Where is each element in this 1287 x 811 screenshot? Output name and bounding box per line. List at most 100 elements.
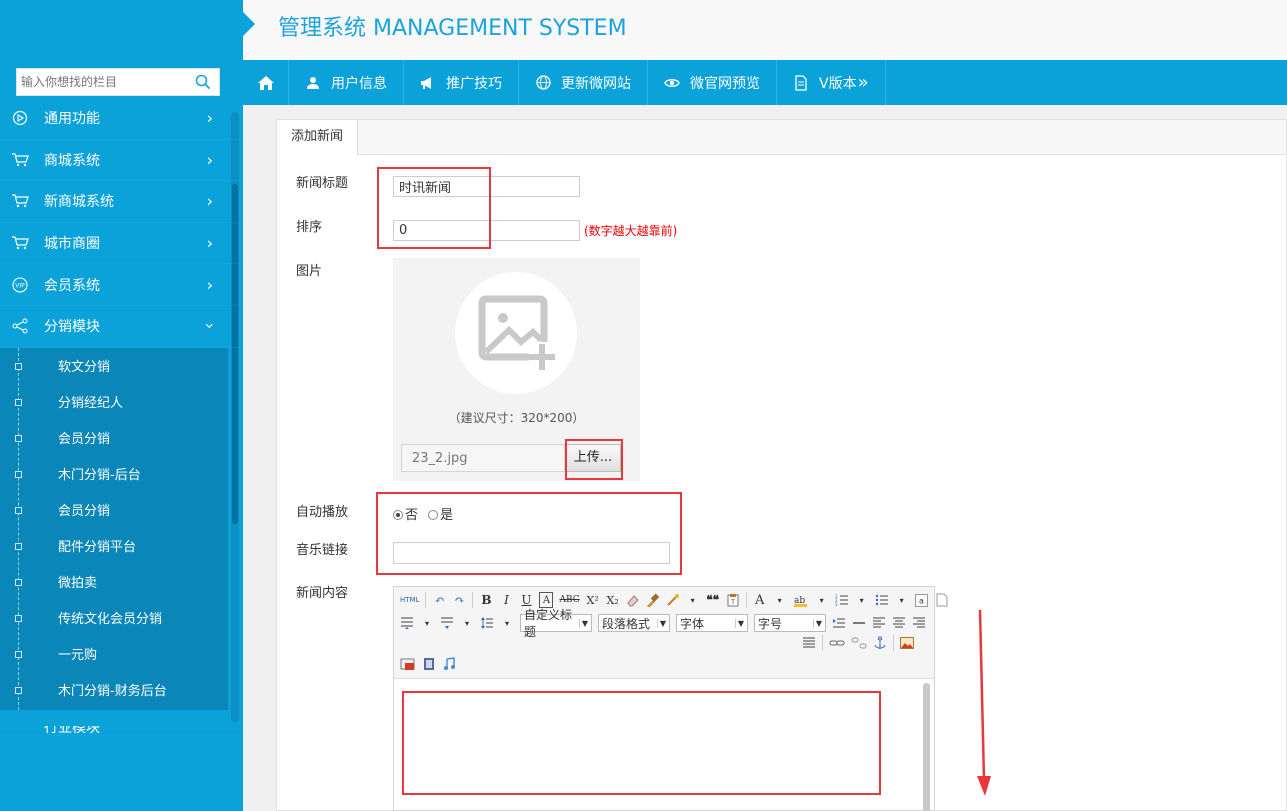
link-icon[interactable] bbox=[829, 635, 845, 651]
image-icon[interactable] bbox=[900, 635, 914, 651]
dropdown-arrow-icon[interactable]: ▾ bbox=[686, 592, 700, 608]
anchor-icon[interactable] bbox=[873, 635, 887, 651]
chevron-right-icon: › bbox=[206, 275, 213, 295]
editor-toolbar: HTML ↶ ↷ B I U A ABC X² X₂ ▾ ❝❝ T A ▾ ab… bbox=[394, 587, 948, 679]
submenu-item[interactable]: 木门分销-后台 bbox=[0, 456, 228, 492]
dropdown-arrow-icon[interactable]: ▾ bbox=[895, 592, 909, 608]
toolbar-row bbox=[802, 635, 914, 651]
font-family-select[interactable]: 字体 ▼ bbox=[676, 614, 748, 632]
vip-icon: VIP bbox=[10, 276, 30, 294]
sidebar-search bbox=[16, 68, 220, 96]
font-size-select[interactable]: 字号 ▼ bbox=[754, 614, 826, 632]
indent-icon[interactable] bbox=[832, 615, 846, 631]
tree-node-icon bbox=[15, 470, 22, 478]
paste-plain-icon[interactable]: T bbox=[726, 592, 740, 608]
toolbar-separator bbox=[472, 592, 474, 608]
submenu-item-label: 木门分销-财务后台 bbox=[58, 684, 167, 700]
ordered-list-icon[interactable]: 123 bbox=[835, 592, 849, 608]
paragraph-format-select[interactable]: 段落格式 ▼ bbox=[598, 614, 670, 632]
eraser-icon[interactable] bbox=[626, 592, 640, 608]
submenu-item[interactable]: 软文分销 bbox=[0, 348, 228, 384]
unordered-list-icon[interactable] bbox=[875, 592, 889, 608]
search-icon[interactable] bbox=[195, 74, 211, 90]
chevron-right-icon: › bbox=[206, 108, 213, 128]
insert-image-icon[interactable] bbox=[400, 656, 416, 672]
image-filename-field[interactable]: 23_2.jpg bbox=[401, 444, 565, 472]
redo-button[interactable]: ↷ bbox=[452, 592, 466, 608]
dropdown-arrow-icon[interactable]: ▾ bbox=[460, 615, 474, 631]
sidebar-item-mall[interactable]: 商城系统 › bbox=[0, 140, 243, 182]
toolbar-separator bbox=[893, 635, 894, 651]
cart-icon bbox=[10, 234, 30, 252]
italic-button[interactable]: I bbox=[499, 592, 513, 608]
nav-item-label: 更新微网站 bbox=[561, 75, 631, 92]
subscript-button[interactable]: X₂ bbox=[606, 592, 620, 608]
dropdown-arrow-icon[interactable]: ▾ bbox=[855, 592, 869, 608]
highlight-color-icon[interactable]: ab bbox=[793, 592, 809, 608]
sidebar-item-distribution[interactable]: 分销模块 › bbox=[0, 306, 243, 348]
submenu-item[interactable]: 配件分销平台 bbox=[0, 528, 228, 564]
superscript-button[interactable]: X² bbox=[586, 592, 600, 608]
dropdown-arrow-icon[interactable]: ▾ bbox=[773, 592, 787, 608]
sidebar-item-city-district[interactable]: 城市商圈 › bbox=[0, 223, 243, 265]
music-icon[interactable] bbox=[442, 656, 456, 672]
toolbar-row bbox=[400, 656, 456, 672]
dropdown-arrow-icon[interactable]: ▾ bbox=[815, 592, 829, 608]
bold-button[interactable]: B bbox=[479, 592, 493, 608]
video-icon[interactable] bbox=[422, 656, 436, 672]
custom-title-select[interactable]: 自定义标题 ▼ bbox=[520, 608, 592, 639]
submenu-item[interactable]: 一元购 bbox=[0, 636, 228, 672]
submenu-item[interactable]: 木门分销-财务后台 bbox=[0, 672, 228, 708]
row-spacing-top-icon[interactable] bbox=[400, 615, 414, 631]
sidebar-item-label: 商城系统 bbox=[44, 152, 100, 169]
align-justify-icon[interactable] bbox=[802, 635, 816, 651]
horizontal-rule-icon[interactable] bbox=[852, 615, 866, 631]
editor-scrollbar[interactable] bbox=[923, 683, 930, 811]
row-spacing-bottom-icon[interactable] bbox=[440, 615, 454, 631]
submenu-item[interactable]: 会员分销 bbox=[0, 492, 228, 528]
nav-preview[interactable]: 微官网预览 bbox=[648, 60, 777, 105]
unlink-icon[interactable] bbox=[851, 635, 867, 651]
image-placeholder[interactable] bbox=[455, 272, 577, 394]
chevron-right-icon: › bbox=[206, 233, 213, 253]
nav-version[interactable]: V版本 » bbox=[777, 60, 886, 105]
tree-node-icon bbox=[15, 434, 22, 442]
blockquote-button[interactable]: ❝❝ bbox=[706, 592, 720, 608]
dropdown-arrow-icon[interactable]: ▾ bbox=[420, 615, 434, 631]
font-color-icon[interactable]: A bbox=[753, 592, 767, 608]
tab-bar: 添加新闻 bbox=[277, 120, 1286, 155]
sidebar-item-industry[interactable]: 行业模块 bbox=[0, 726, 243, 736]
sidebar-item-general[interactable]: 通用功能 › bbox=[0, 98, 243, 140]
toolbar-separator bbox=[745, 592, 747, 608]
submenu-item[interactable]: 传统文化会员分销 bbox=[0, 600, 228, 636]
undo-button[interactable]: ↶ bbox=[432, 592, 446, 608]
format-brush-icon[interactable] bbox=[646, 592, 660, 608]
submenu-item[interactable]: 微拍卖 bbox=[0, 564, 228, 600]
sidebar-item-member[interactable]: VIP 会员系统 › bbox=[0, 264, 243, 306]
font-family-value: 字体 bbox=[680, 616, 705, 631]
amazon-icon[interactable]: a bbox=[915, 592, 929, 608]
dropdown-arrow-icon[interactable]: ▾ bbox=[500, 615, 514, 631]
tab-add-news[interactable]: 添加新闻 bbox=[277, 120, 359, 155]
nav-user-info[interactable]: 用户信息 bbox=[289, 60, 404, 105]
svg-text:a: a bbox=[919, 596, 924, 605]
html-source-button[interactable]: HTML bbox=[400, 592, 419, 608]
align-center-icon[interactable] bbox=[892, 615, 906, 631]
sidebar-search-input[interactable] bbox=[17, 69, 187, 95]
align-right-icon[interactable] bbox=[912, 615, 926, 631]
nav-promotion[interactable]: 推广技巧 bbox=[404, 60, 519, 105]
blank-doc-icon[interactable] bbox=[935, 592, 949, 608]
nav-item-label: 推广技巧 bbox=[446, 75, 502, 92]
sidebar-item-new-mall[interactable]: 新商城系统 › bbox=[0, 181, 243, 223]
submenu-item[interactable]: 分销经纪人 bbox=[0, 384, 228, 420]
nav-update-site[interactable]: 更新微网站 bbox=[519, 60, 648, 105]
tree-node-icon bbox=[15, 686, 22, 694]
auto-format-icon[interactable] bbox=[666, 592, 680, 608]
line-height-icon[interactable] bbox=[480, 615, 494, 631]
highlight-box bbox=[377, 167, 491, 249]
nav-home[interactable] bbox=[243, 60, 289, 105]
image-size-hint: （建议尺寸：320*200） bbox=[448, 411, 585, 425]
align-left-icon[interactable] bbox=[872, 615, 886, 631]
submenu-item[interactable]: 会员分销 bbox=[0, 420, 228, 456]
custom-title-value: 自定义标题 bbox=[524, 608, 573, 639]
